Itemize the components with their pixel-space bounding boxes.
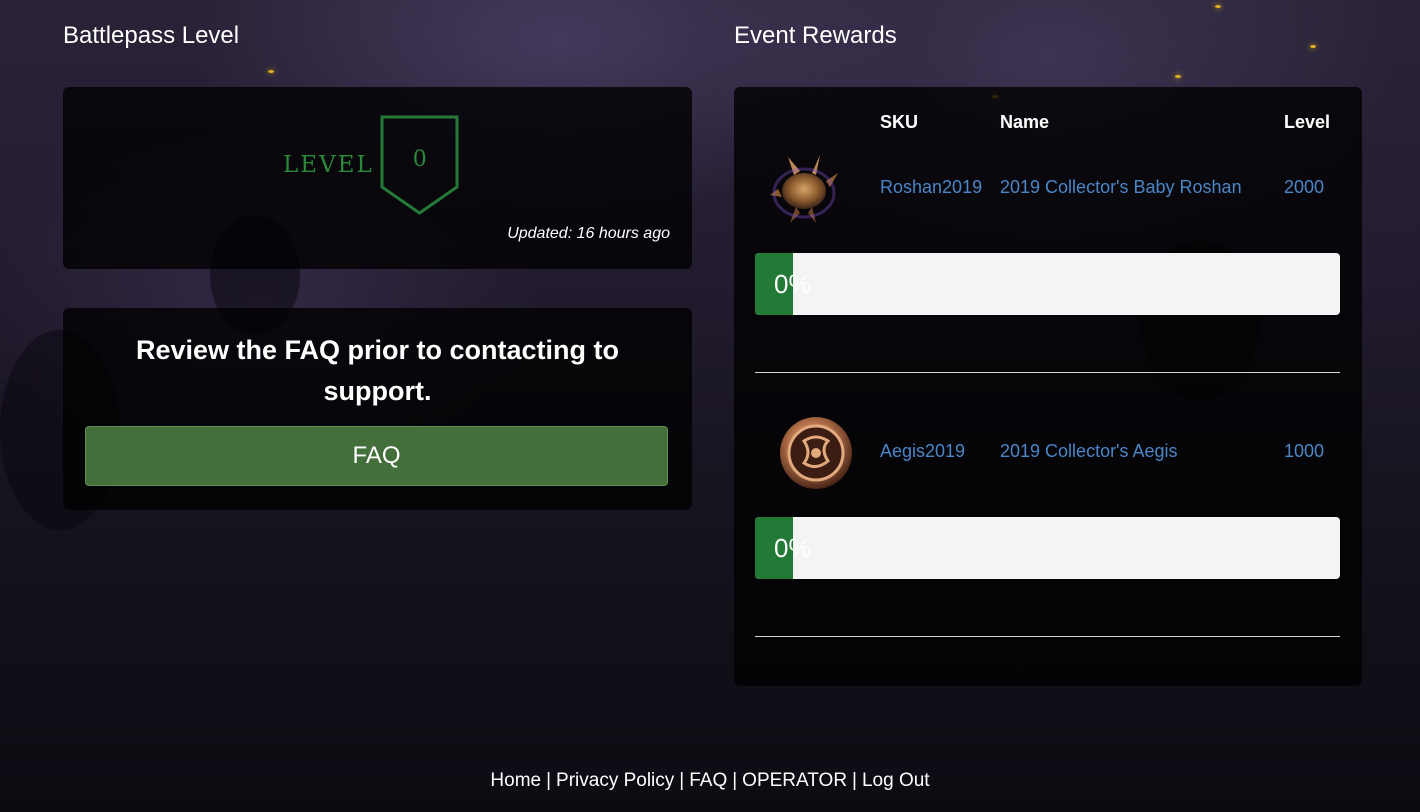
reward-progress-bar: 0% bbox=[755, 517, 1340, 579]
updated-timestamp: Updated: 16 hours ago bbox=[507, 225, 670, 242]
row-divider bbox=[755, 636, 1340, 637]
reward-sku-link[interactable]: Roshan2019 bbox=[880, 177, 982, 198]
faq-button[interactable]: FAQ bbox=[85, 426, 668, 486]
reward-level-link[interactable]: 1000 bbox=[1284, 441, 1324, 462]
level-badge: LEVEL 0 bbox=[283, 115, 460, 215]
footer-nav: Home | Privacy Policy | FAQ | OPERATOR | Log Out bbox=[0, 770, 1420, 792]
event-rewards-heading: Event Rewards bbox=[734, 22, 897, 49]
reward-name-link[interactable]: 2019 Collector's Aegis bbox=[1000, 441, 1178, 462]
reward-level-link[interactable]: 2000 bbox=[1284, 177, 1324, 198]
progress-label: 0% bbox=[774, 533, 812, 563]
faq-notice: Review the FAQ prior to contacting to su… bbox=[135, 335, 620, 406]
row-divider bbox=[755, 372, 1340, 373]
reward-sku-link[interactable]: Aegis2019 bbox=[880, 441, 965, 462]
column-header-sku: SKU bbox=[880, 112, 919, 132]
progress-label: 0% bbox=[774, 269, 812, 299]
faq-panel: Review the FAQ prior to contacting to su… bbox=[63, 308, 692, 510]
footer-link-operator[interactable]: OPERATOR bbox=[742, 770, 847, 791]
reward-progress-bar: 0% bbox=[755, 253, 1340, 315]
column-header-level: Level bbox=[1284, 112, 1331, 132]
footer-separator: | bbox=[852, 770, 857, 791]
reward-name-link[interactable]: 2019 Collector's Baby Roshan bbox=[1000, 177, 1242, 198]
battlepass-level-panel: LEVEL 0 Updated: 16 hours ago bbox=[63, 87, 692, 269]
footer-link-privacy-policy[interactable]: Privacy Policy bbox=[556, 770, 674, 791]
level-value: 0 bbox=[412, 147, 427, 172]
footer-link-faq[interactable]: FAQ bbox=[689, 770, 727, 791]
footer-separator: | bbox=[732, 770, 738, 791]
shield-icon: 0 bbox=[380, 115, 460, 215]
aegis-icon bbox=[776, 413, 856, 498]
level-word: LEVEL bbox=[283, 152, 374, 178]
footer-separator: | bbox=[679, 770, 685, 791]
footer-separator: | bbox=[546, 770, 552, 791]
column-header-name: Name bbox=[1000, 112, 1050, 132]
footer-link-home[interactable]: Home bbox=[490, 770, 541, 791]
battlepass-heading: Battlepass Level bbox=[63, 22, 240, 49]
baby-roshan-icon bbox=[768, 147, 840, 234]
event-rewards-panel: SKU Name Level Roshan2019 2019 Collector… bbox=[734, 87, 1362, 686]
footer-link-log-out[interactable]: Log Out bbox=[862, 770, 930, 791]
